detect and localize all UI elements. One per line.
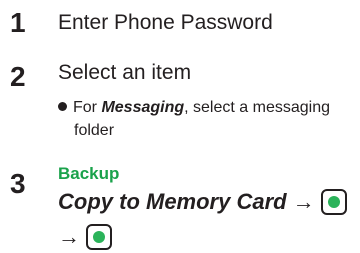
bullet-note-line2: folder: [74, 122, 115, 139]
step-1-text: Enter Phone Password: [58, 11, 273, 34]
copy-to-memory-card-command: Copy to Memory Card: [58, 189, 287, 214]
center-key-icon: [86, 224, 112, 250]
bullet-emphasis: Messaging: [101, 99, 185, 116]
bullet-rest: , select a messaging: [184, 99, 330, 116]
arrow-icon: →: [292, 189, 315, 214]
bullet-lead: For: [73, 99, 102, 116]
arrow-icon: →: [58, 224, 80, 249]
bullet-note: For Messaging, select a messaging: [58, 97, 348, 118]
bullet-dot-icon: [58, 102, 67, 111]
step-2-number: 2: [10, 61, 26, 92]
command-line-1: Copy to Memory Card →: [58, 189, 347, 215]
command-line-2: →: [58, 224, 112, 250]
step-1-number: 1: [10, 7, 26, 38]
step-2-text: Select an item: [58, 61, 192, 84]
step-3-number: 3: [10, 168, 26, 199]
backup-category-label: Backup: [58, 164, 120, 183]
center-key-icon: [320, 189, 347, 215]
